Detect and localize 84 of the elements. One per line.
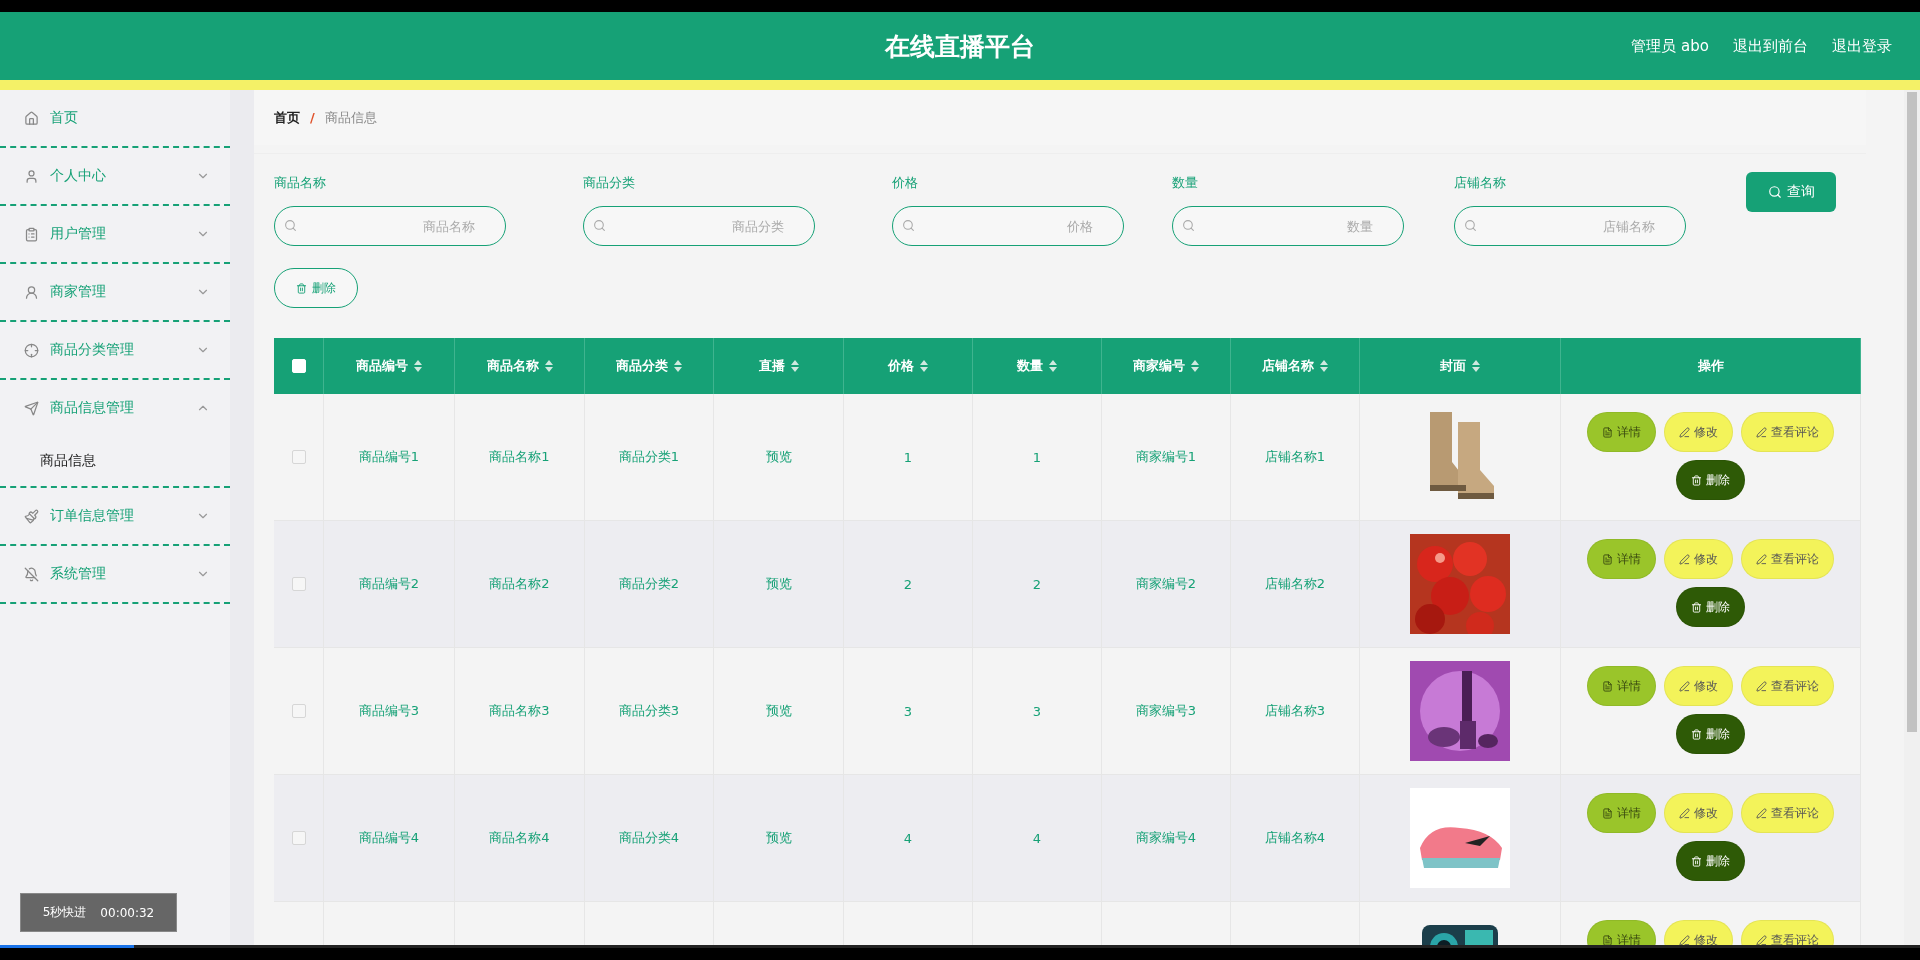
table-cell: 商品分类2: [618, 575, 680, 593]
column-header[interactable]: 数量: [1017, 357, 1057, 375]
column-header[interactable]: 直播: [758, 357, 799, 375]
table-cell: 3: [903, 703, 913, 719]
header-link[interactable]: 退出登录: [1832, 36, 1892, 56]
table-cell: 1: [1032, 449, 1042, 465]
search-button[interactable]: 查询: [1746, 172, 1836, 212]
search-field[interactable]: 价格: [892, 206, 1124, 246]
table-cell: 店铺名称4: [1264, 829, 1326, 847]
video-time: 00:00:32: [100, 905, 155, 920]
search-field[interactable]: 数量: [1172, 206, 1404, 246]
column-header[interactable]: 商家编号: [1133, 357, 1199, 375]
table-cell: 商品编号3: [358, 702, 420, 720]
edit-button[interactable]: 修改: [1664, 412, 1733, 452]
table-cell: 商品名称3: [489, 702, 550, 720]
search-field[interactable]: 商品分类: [583, 206, 815, 246]
table-cell: 商品分类3: [618, 702, 680, 720]
detail-button[interactable]: 详情: [1587, 666, 1656, 706]
column-header[interactable]: 操作: [1697, 357, 1724, 375]
table-cell: 2: [903, 576, 913, 592]
edit-button[interactable]: 修改: [1664, 666, 1733, 706]
delete-button[interactable]: 删除: [1676, 841, 1745, 881]
column-header[interactable]: 商品分类: [616, 357, 682, 375]
filter-label: 价格: [892, 174, 919, 192]
table-cell: 预览: [765, 829, 792, 847]
search-field[interactable]: 商品名称: [274, 206, 506, 246]
column-header[interactable]: 店铺名称: [1262, 357, 1328, 375]
app-title: 在线直播平台: [885, 30, 1035, 63]
comments-button[interactable]: 查看评论: [1741, 666, 1834, 706]
table-cell: 预览: [765, 702, 792, 720]
submenu-item[interactable]: 商品信息: [0, 436, 230, 486]
filter-label: 商品名称: [274, 174, 327, 192]
table-cell: 商品名称4: [489, 829, 550, 847]
table-cell: 商品名称2: [489, 575, 550, 593]
column-header[interactable]: 商品编号: [356, 357, 422, 375]
header-link[interactable]: 退出到前台: [1733, 36, 1808, 56]
table-cell: 店铺名称3: [1264, 702, 1326, 720]
comments-button[interactable]: 查看评论: [1741, 412, 1834, 452]
breadcrumb-item[interactable]: 商品信息: [324, 108, 377, 127]
table-cell: 商品分类4: [618, 829, 680, 847]
table-cell: 预览: [765, 448, 792, 466]
breadcrumb-item[interactable]: 首页: [274, 108, 300, 127]
table-cell: 1: [903, 449, 913, 465]
filter-label: 店铺名称: [1454, 174, 1507, 192]
column-header[interactable]: 封面: [1440, 357, 1480, 375]
delete-button[interactable]: 删除: [1676, 587, 1745, 627]
table-cell: 商品编号1: [358, 448, 420, 466]
table-cell: 商品分类1: [618, 448, 680, 466]
comments-button[interactable]: 查看评论: [1741, 920, 1834, 945]
table-cell: 商品编号4: [358, 829, 420, 847]
delete-button[interactable]: 删除: [1676, 460, 1745, 500]
header-link[interactable]: 管理员 abo: [1631, 36, 1709, 56]
breadcrumb-separator: /: [310, 110, 315, 125]
filter-label: 商品分类: [583, 174, 636, 192]
table-cell: 店铺名称2: [1264, 575, 1326, 593]
search-field[interactable]: 店铺名称: [1454, 206, 1686, 246]
table-cell: 商家编号3: [1135, 702, 1197, 720]
edit-button[interactable]: 修改: [1664, 793, 1733, 833]
detail-button[interactable]: 详情: [1587, 920, 1656, 945]
table-cell: 商品名称1: [489, 448, 550, 466]
table-cell: 4: [1032, 830, 1042, 846]
delete-button[interactable]: 删除: [1676, 714, 1745, 754]
table-cell: 2: [1032, 576, 1042, 592]
comments-button[interactable]: 查看评论: [1741, 793, 1834, 833]
table-cell: 预览: [765, 575, 792, 593]
table-cell: 4: [903, 830, 913, 846]
edit-button[interactable]: 修改: [1664, 539, 1733, 579]
table-cell: 商家编号1: [1135, 448, 1197, 466]
detail-button[interactable]: 详情: [1587, 412, 1656, 452]
table-cell: 店铺名称1: [1264, 448, 1326, 466]
table-cell: 商家编号4: [1135, 829, 1197, 847]
skip-label[interactable]: 5秒快进: [42, 904, 87, 921]
delete-button[interactable]: 删除: [274, 268, 358, 308]
column-header[interactable]: 价格: [888, 357, 928, 375]
detail-button[interactable]: 详情: [1587, 539, 1656, 579]
filter-label: 数量: [1172, 174, 1199, 192]
table-cell: 商品编号2: [358, 575, 420, 593]
edit-button[interactable]: 修改: [1664, 920, 1733, 945]
comments-button[interactable]: 查看评论: [1741, 539, 1834, 579]
table-cell: 3: [1032, 703, 1042, 719]
menu-item[interactable]: 商品信息管理: [0, 380, 230, 436]
column-header[interactable]: 商品名称: [486, 357, 553, 375]
table-cell: 商家编号2: [1135, 575, 1197, 593]
detail-button[interactable]: 详情: [1587, 793, 1656, 833]
